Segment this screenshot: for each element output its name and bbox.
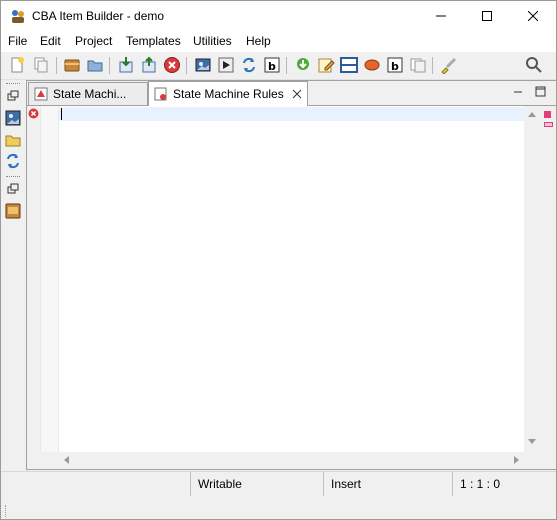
minimize-icon[interactable] bbox=[513, 87, 523, 97]
ellipse-icon[interactable] bbox=[363, 56, 381, 74]
minimize-icon bbox=[436, 15, 446, 17]
warning-marker[interactable] bbox=[544, 122, 553, 127]
tab-state-machine-rules[interactable]: State Machine Rules bbox=[148, 81, 308, 106]
menu-templates[interactable]: Templates bbox=[126, 34, 181, 48]
toolbar-separator bbox=[186, 57, 187, 74]
rules-text-editor[interactable] bbox=[40, 106, 525, 452]
horizontal-scrollbar[interactable] bbox=[40, 452, 524, 468]
maximize-icon[interactable] bbox=[535, 86, 546, 97]
app-icon bbox=[12, 10, 24, 23]
toolbar: b b bbox=[1, 52, 556, 80]
close-icon bbox=[528, 11, 538, 21]
window-title: CBA Item Builder - demo bbox=[32, 9, 165, 23]
status-insert-mode: Insert bbox=[323, 472, 444, 496]
status-writable: Writable bbox=[190, 472, 322, 496]
maximize-button[interactable] bbox=[464, 1, 510, 31]
toolbar-separator bbox=[286, 57, 287, 74]
toolbar-separator bbox=[56, 57, 57, 74]
svg-text:b: b bbox=[391, 60, 399, 73]
edit-icon[interactable] bbox=[317, 56, 335, 74]
toolbar-separator bbox=[432, 57, 433, 74]
open-folder-icon[interactable] bbox=[86, 56, 104, 74]
annotation-gutter bbox=[27, 106, 39, 466]
restore-icon[interactable] bbox=[5, 88, 21, 104]
scroll-right-icon[interactable] bbox=[514, 456, 520, 464]
error-icon[interactable] bbox=[28, 108, 39, 119]
minimize-button[interactable] bbox=[418, 1, 464, 31]
duplicate-icon[interactable] bbox=[409, 56, 427, 74]
search-icon[interactable] bbox=[525, 56, 543, 74]
download-arrow-icon[interactable] bbox=[294, 56, 312, 74]
status-cursor-position: 1 : 1 : 0 bbox=[452, 472, 556, 496]
picture-icon[interactable] bbox=[194, 56, 212, 74]
close-icon[interactable] bbox=[292, 89, 302, 99]
run-icon[interactable] bbox=[217, 56, 235, 74]
restore-icon[interactable] bbox=[5, 181, 21, 197]
export-icon[interactable] bbox=[140, 56, 158, 74]
refresh-icon[interactable] bbox=[240, 56, 258, 74]
state-machine-icon bbox=[34, 87, 48, 101]
left-panel-bar bbox=[1, 80, 25, 472]
rules-document-icon bbox=[154, 87, 167, 101]
tab-state-machine[interactable]: State Machi... bbox=[28, 82, 148, 105]
text-caret bbox=[61, 108, 62, 120]
tab-label: State Machi... bbox=[53, 87, 127, 101]
stop-icon[interactable] bbox=[163, 56, 181, 74]
error-marker[interactable] bbox=[544, 111, 551, 118]
status-bar: Writable Insert 1 : 1 : 0 bbox=[1, 471, 556, 496]
drag-handle[interactable] bbox=[6, 83, 20, 86]
menu-bar: File Edit Project Templates Utilities He… bbox=[1, 31, 556, 52]
menu-utilities[interactable]: Utilities bbox=[193, 34, 232, 48]
new-file-icon[interactable] bbox=[8, 56, 26, 74]
copy-icon[interactable] bbox=[32, 56, 50, 74]
refresh-icon[interactable] bbox=[5, 153, 21, 169]
menu-help[interactable]: Help bbox=[246, 34, 271, 48]
scroll-left-icon[interactable] bbox=[63, 456, 69, 464]
line-number-ruler bbox=[41, 106, 59, 452]
open-project-icon[interactable] bbox=[63, 56, 81, 74]
scroll-up-icon[interactable] bbox=[528, 111, 536, 117]
maximize-icon bbox=[482, 11, 492, 21]
folder-icon[interactable] bbox=[5, 132, 21, 148]
text-label-icon[interactable]: b bbox=[386, 56, 404, 74]
import-icon[interactable] bbox=[117, 56, 135, 74]
app-window: CBA Item Builder - demo File Edit Projec… bbox=[0, 0, 557, 520]
close-button[interactable] bbox=[510, 1, 556, 31]
menu-file[interactable]: File bbox=[8, 34, 27, 48]
book-icon[interactable] bbox=[5, 203, 21, 219]
text-box-icon[interactable]: b bbox=[263, 56, 281, 74]
current-line-highlight bbox=[59, 107, 525, 121]
menu-edit[interactable]: Edit bbox=[40, 34, 61, 48]
editor-area: State Machi... State Machine Rules bbox=[26, 80, 557, 470]
title-bar[interactable]: CBA Item Builder - demo bbox=[1, 1, 556, 31]
tab-bar: State Machi... State Machine Rules bbox=[27, 81, 556, 106]
picture-icon[interactable] bbox=[5, 110, 21, 126]
drag-handle[interactable] bbox=[6, 176, 20, 179]
tab-label: State Machine Rules bbox=[173, 87, 284, 101]
svg-text:b: b bbox=[268, 60, 276, 73]
brush-icon[interactable] bbox=[439, 56, 457, 74]
drag-handle[interactable] bbox=[5, 505, 7, 517]
toolbar-separator bbox=[109, 57, 110, 74]
bottom-panel-bar bbox=[1, 496, 556, 519]
overview-ruler bbox=[540, 106, 555, 466]
panel-icon[interactable] bbox=[340, 56, 358, 74]
scroll-down-icon[interactable] bbox=[528, 439, 536, 445]
vertical-scrollbar[interactable] bbox=[524, 106, 540, 452]
menu-project[interactable]: Project bbox=[75, 34, 112, 48]
